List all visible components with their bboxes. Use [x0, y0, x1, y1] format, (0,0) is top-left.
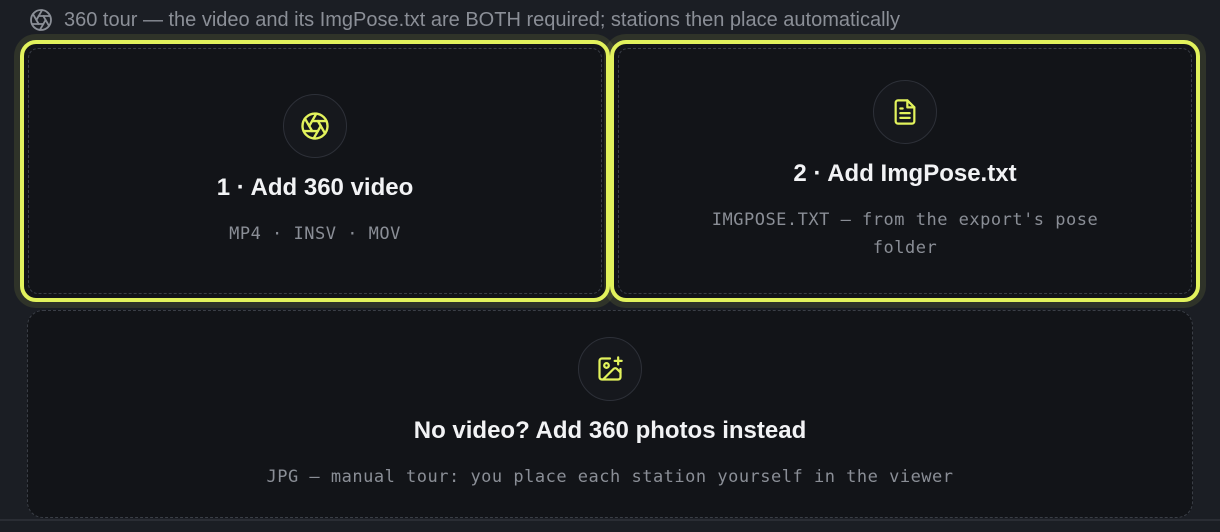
add-360-photos-dropzone[interactable]: No video? Add 360 photos instead JPG — m…	[27, 310, 1193, 518]
divider	[0, 519, 1220, 521]
add-360-video-dropzone[interactable]: 1 · Add 360 video MP4 · INSV · MOV	[20, 40, 610, 302]
file-text-icon	[873, 80, 937, 144]
pose-card-title: 2 · Add ImgPose.txt	[793, 160, 1017, 187]
add-imgpose-dropzone[interactable]: 2 · Add ImgPose.txt IMGPOSE.TXT — from t…	[610, 40, 1200, 302]
upload-instructions: 360 tour — the video and its ImgPose.txt…	[28, 6, 900, 34]
video-card-title: 1 · Add 360 video	[216, 174, 414, 201]
image-plus-icon	[578, 337, 642, 401]
aperture-icon	[283, 94, 347, 158]
instructions-text: 360 tour — the video and its ImgPose.txt…	[64, 8, 900, 31]
aperture-icon	[28, 7, 54, 33]
video-card-formats: MP4 · INSV · MOV	[229, 224, 401, 244]
pose-card-description: IMGPOSE.TXT — from the export's pose fol…	[711, 210, 1099, 258]
photos-card-title: No video? Add 360 photos instead	[413, 417, 807, 444]
photos-card-description: JPG — manual tour: you place each statio…	[266, 467, 954, 487]
